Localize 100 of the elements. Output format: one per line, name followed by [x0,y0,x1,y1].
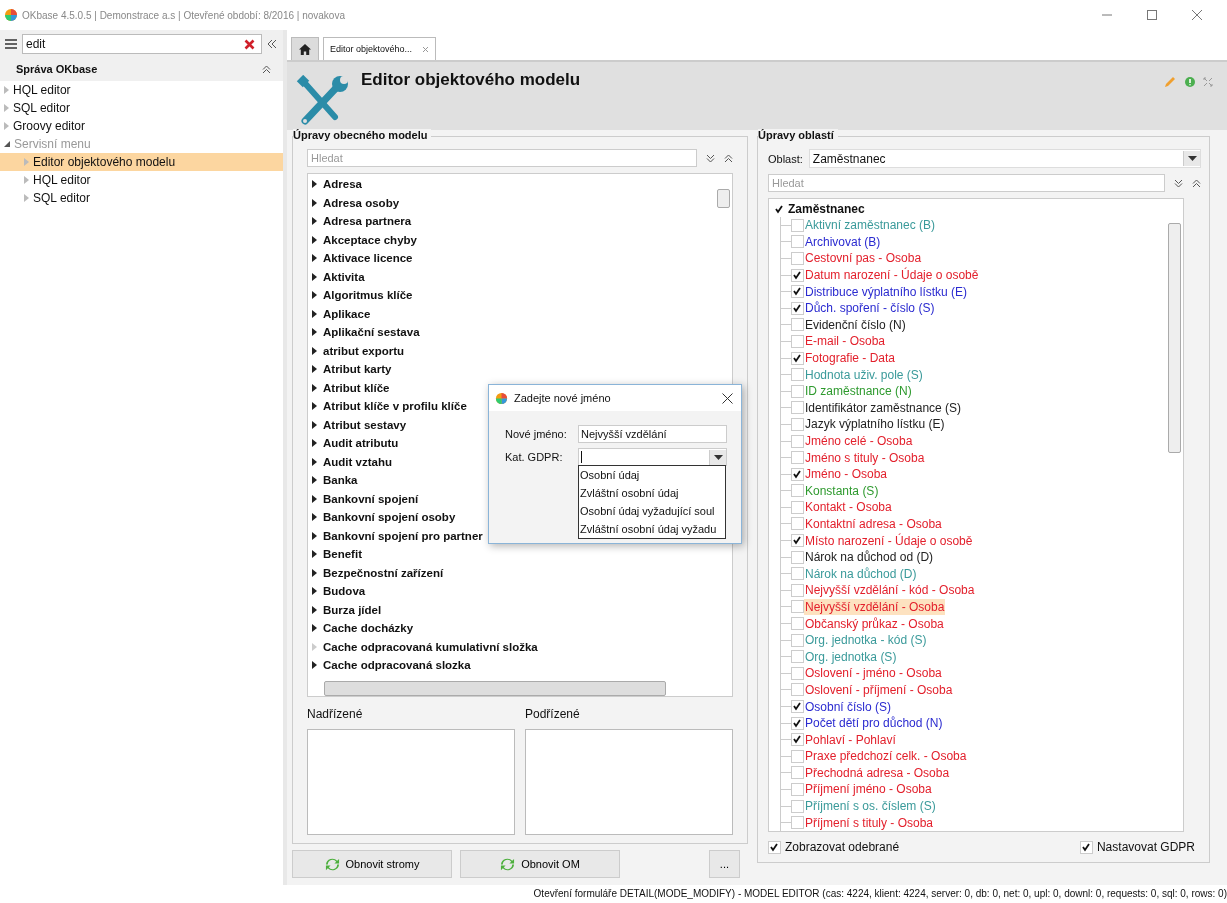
checkbox[interactable] [791,650,804,664]
checkbox[interactable] [791,451,804,465]
tree-item[interactable]: Aplikační sestava [312,323,420,342]
action-button[interactable]: ... [708,850,740,878]
checkbox[interactable] [791,633,804,647]
search-field[interactable]: Hledat [768,174,1165,192]
menu-icon[interactable] [5,39,17,49]
checkbox[interactable] [791,285,804,299]
tree-item[interactable]: Jazyk výplatního lístku (E) [804,416,946,433]
checkbox[interactable] [791,268,804,282]
checkbox[interactable] [791,235,804,249]
tree-item[interactable]: Aplikace [312,304,371,323]
dropdown-option[interactable]: Osobní údaj [579,466,725,484]
tree-item[interactable]: Atribut karty [312,360,392,379]
tree-item[interactable]: Místo narození - Údaje o osobě [804,532,974,549]
tree-item[interactable]: Nárok na důchod (D) [804,565,918,582]
clear-icon[interactable] [244,38,255,50]
tree-item[interactable]: Budova [312,582,366,601]
checkbox[interactable] [791,534,804,548]
checkbox[interactable] [791,218,804,232]
collapse-up-icon[interactable] [262,64,271,74]
tree-item[interactable]: Jméno s tituly - Osoba [804,449,926,466]
tree-item[interactable]: Bankovní spojení osoby [312,508,456,527]
checkbox[interactable] [768,840,781,854]
search-field[interactable]: Hledat [307,149,697,167]
dropdown-option[interactable]: Zvláštní osobní údaj vyžadu [579,520,725,538]
tree-item[interactable]: Evidenční číslo (N) [804,316,907,333]
tree-item[interactable]: Oslovení - příjmení - Osoba [804,681,954,698]
tree-item[interactable]: Identifikátor zaměstnance (S) [804,399,963,416]
tree-item[interactable]: Adresa [312,175,362,194]
tree-item[interactable]: Bankovní spojení pro partner [312,526,483,545]
action-button[interactable]: Obnovit stromy [292,850,452,878]
editor-tab[interactable]: Editor objektového... [323,37,437,60]
tree-item[interactable]: Algoritmus klíče [312,286,413,305]
tree-item[interactable]: Aktivace licence [312,249,413,268]
close-icon[interactable] [722,392,733,404]
tree-item[interactable]: Banka [312,471,358,490]
checkbox[interactable] [791,766,804,780]
tree-item[interactable]: Nárok na důchod od (D) [804,549,935,566]
tree-item[interactable]: Burza jídel [312,600,382,619]
tree-item[interactable]: Nejvyšší vzdělání - kód - Osoba [804,582,976,599]
tree-item[interactable]: Jméno celé - Osoba [804,433,914,449]
tree-item[interactable]: Konstanta (S) [804,482,880,499]
tree-item[interactable]: Příjmení s os. číslem (S) [804,798,937,815]
expand-all-icon[interactable] [706,153,715,163]
collapse-all-icon[interactable] [724,153,733,163]
tree-item[interactable]: Oslovení - jméno - Osoba [804,665,943,682]
checkbox[interactable] [791,799,804,813]
tree-item[interactable]: Atribut klíče [312,378,390,397]
home-tab[interactable] [291,37,319,60]
checkbox[interactable] [791,384,804,398]
tree-item[interactable]: Příjmení jméno - Osoba [804,781,933,798]
tree-item[interactable]: Akceptace chyby [312,230,417,249]
tree-item[interactable]: Hodnota uživ. pole (S) [804,366,924,383]
checkbox-option[interactable]: Nastavovat GDPR [1079,840,1195,854]
sidebar-item[interactable]: HQL editor [0,81,283,99]
tree-item[interactable]: Bezpečnostní zařízení [312,563,444,582]
tree-item[interactable]: atribut exportu [312,341,405,360]
checkbox[interactable] [791,252,804,265]
checkbox[interactable] [791,733,804,747]
tree-item[interactable]: Zaměstnanec [788,202,865,216]
checkbox[interactable] [791,567,804,581]
checkbox[interactable] [791,666,804,680]
name-field[interactable]: Nejvyšší vzdělání [578,425,727,443]
sidebar-item[interactable]: Groovy editor [0,117,283,135]
gdpr-dropdown[interactable] [578,448,727,466]
tree-item[interactable]: Přechodná adresa - Osoba [804,764,951,781]
list-box[interactable] [525,729,733,835]
tree-item[interactable]: Org. jednotka (S) [804,648,898,665]
tree-item[interactable]: Adresa osoby [312,193,400,212]
tree-item[interactable]: Bankovní spojení [312,489,419,508]
action-button[interactable]: Obnovit OM [460,850,620,878]
tree-item[interactable]: Kontaktní adresa - Osoba [804,516,943,532]
checkbox[interactable] [791,816,804,830]
checkbox[interactable] [791,417,804,431]
checkbox[interactable] [791,334,804,348]
tree-item[interactable]: Cestovní pas - Osoba [804,250,923,267]
checkbox[interactable] [791,550,804,564]
list-box[interactable] [307,729,515,835]
maximize-icon[interactable] [1146,9,1158,21]
checkbox[interactable] [791,517,804,531]
area-dropdown[interactable]: Zaměstnanec [808,149,1201,168]
tree-item[interactable]: Datum narození - Údaje o osobě [804,267,980,284]
checkbox[interactable] [1079,840,1093,854]
restore-icon[interactable] [1203,77,1213,87]
tree-item[interactable]: Aktivita [312,267,365,286]
checkbox[interactable] [791,434,804,448]
expand-all-icon[interactable] [1174,178,1183,188]
tree-item[interactable]: Kontakt - Osoba [804,499,893,516]
checkbox[interactable] [791,351,804,365]
tree-item[interactable]: Cache odpracovaná slozka [312,656,471,675]
tree-item[interactable]: E-mail - Osoba [804,333,887,350]
tree-item[interactable]: Osobní číslo (S) [804,698,893,715]
tree-item[interactable]: Atribut klíče v profilu klíče [312,397,467,416]
tree-item[interactable]: Jméno - Osoba [804,466,889,483]
checkbox[interactable] [791,500,804,514]
checkbox[interactable] [791,401,804,415]
checkbox-option[interactable]: Zobrazovat odebrané [768,840,900,854]
checkbox[interactable] [791,716,804,730]
tree-item[interactable]: Atribut sestavy [312,415,407,434]
